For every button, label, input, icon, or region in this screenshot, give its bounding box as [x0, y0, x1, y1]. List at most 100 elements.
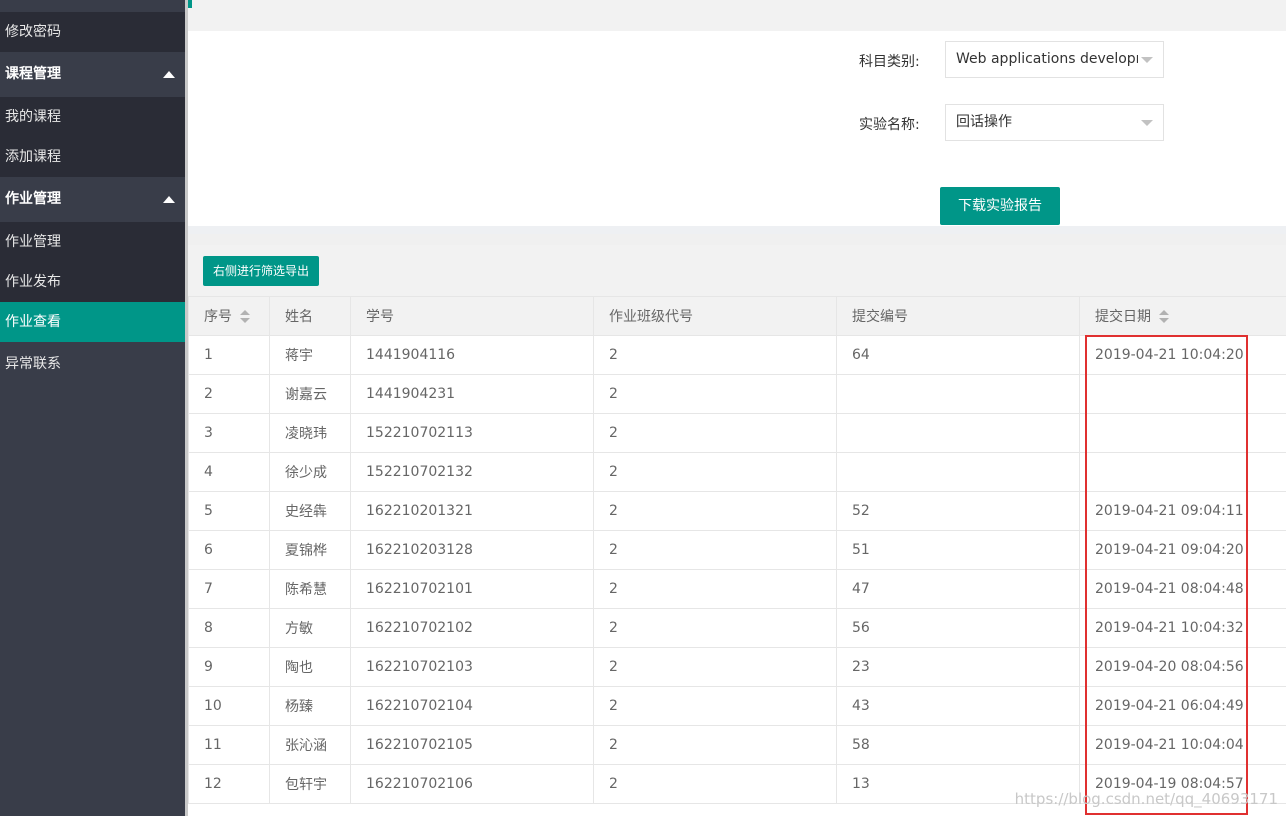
subject-select[interactable]: Web applications developme [945, 41, 1164, 78]
table-row[interactable]: 3 凌晓玮 152210702113 2 [188, 413, 1286, 453]
cell-submit-date: 2019-04-21 10:04:32 [1079, 608, 1286, 648]
cell-class-code: 2 [593, 647, 837, 687]
cell-student-id: 1441904116 [350, 335, 594, 375]
cell-name: 凌晓玮 [269, 413, 351, 453]
cell-student-id: 162210702104 [350, 686, 594, 726]
chevron-down-icon [1141, 57, 1153, 63]
column-header-index[interactable]: 序号 [188, 296, 270, 336]
sidebar-group-homework-management[interactable]: 作业管理 [0, 177, 185, 222]
cell-student-id: 152210702132 [350, 452, 594, 492]
sidebar-item-change-password[interactable]: 修改密码 [0, 12, 185, 52]
table-row[interactable]: 11 张沁涵 162210702105 2 58 2019-04-21 10:04:04 [188, 725, 1286, 765]
cell-name: 包轩宇 [269, 764, 351, 804]
cell-student-id: 162210702101 [350, 569, 594, 609]
sidebar-group-label: 课程管理 [5, 66, 61, 82]
cell-submission-no: 43 [836, 686, 1080, 726]
cell-index: 5 [188, 491, 270, 531]
table-row[interactable]: 10 杨臻 162210702104 2 43 2019-04-21 06:04:49 [188, 686, 1286, 726]
subject-label: 科目类别: [859, 54, 920, 70]
chevron-down-icon [1141, 120, 1153, 126]
cell-submit-date: 2019-04-21 10:04:04 [1079, 725, 1286, 765]
sidebar-item-homework-publish[interactable]: 作业发布 [0, 262, 185, 302]
cell-submission-no [836, 413, 1080, 453]
cell-submission-no: 56 [836, 608, 1080, 648]
table-toolbar: 右侧进行筛选导出 [188, 245, 1286, 296]
cell-submission-no [836, 452, 1080, 492]
cell-student-id: 1441904231 [350, 374, 594, 414]
cell-name: 张沁涵 [269, 725, 351, 765]
sidebar-group-course-management[interactable]: 课程管理 [0, 52, 185, 97]
filter-export-button[interactable]: 右侧进行筛选导出 [203, 256, 319, 286]
table-row[interactable]: 9 陶也 162210702103 2 23 2019-04-20 08:04:56 [188, 647, 1286, 687]
cell-class-code: 2 [593, 413, 837, 453]
sort-icon[interactable] [1159, 310, 1169, 324]
cell-index: 11 [188, 725, 270, 765]
submissions-table: 序号 姓名 学号 作业班级代号 提交编号 提交日期 1 蒋宇 1441904116 2… [188, 296, 1286, 804]
sidebar-item-label: 添加课程 [5, 149, 61, 165]
cell-index: 10 [188, 686, 270, 726]
cell-student-id: 152210702113 [350, 413, 594, 453]
sidebar-group-label: 作业管理 [5, 191, 61, 207]
cell-submit-date: 2019-04-21 08:04:48 [1079, 569, 1286, 609]
column-header-label: 序号 [204, 309, 232, 325]
cell-student-id: 162210702103 [350, 647, 594, 687]
sidebar-item-exception-contact[interactable]: 异常联系 [0, 344, 185, 384]
cell-submit-date [1079, 452, 1286, 492]
table-row[interactable]: 4 徐少成 152210702132 2 [188, 452, 1286, 492]
cell-class-code: 2 [593, 374, 837, 414]
cell-name: 史经犇 [269, 491, 351, 531]
cell-submit-date: 2019-04-21 10:04:20 [1079, 335, 1286, 375]
sidebar-item-homework-view[interactable]: 作业查看 [0, 302, 185, 342]
cell-index: 12 [188, 764, 270, 804]
cell-class-code: 2 [593, 686, 837, 726]
column-header-student-id: 学号 [350, 296, 594, 336]
cell-name: 杨臻 [269, 686, 351, 726]
cell-name: 陈希慧 [269, 569, 351, 609]
cell-submit-date: 2019-04-21 09:04:20 [1079, 530, 1286, 570]
cell-submission-no: 58 [836, 725, 1080, 765]
cell-index: 1 [188, 335, 270, 375]
sidebar-item-label: 修改密码 [5, 24, 61, 40]
table-row[interactable]: 6 夏锦桦 162210203128 2 51 2019-04-21 09:04:20 [188, 530, 1286, 570]
cell-submission-no [836, 374, 1080, 414]
cell-index: 7 [188, 569, 270, 609]
table-row[interactable]: 7 陈希慧 162210702101 2 47 2019-04-21 08:04:48 [188, 569, 1286, 609]
cell-class-code: 2 [593, 725, 837, 765]
cell-student-id: 162210203128 [350, 530, 594, 570]
table-header-row: 序号 姓名 学号 作业班级代号 提交编号 提交日期 [188, 296, 1286, 336]
column-header-label: 学号 [366, 309, 394, 325]
sidebar-item-label: 作业查看 [5, 314, 61, 330]
cell-student-id: 162210702102 [350, 608, 594, 648]
table-row[interactable]: 1 蒋宇 1441904116 2 64 2019-04-21 10:04:20 [188, 335, 1286, 375]
sidebar-item-add-course[interactable]: 添加课程 [0, 137, 185, 177]
cell-index: 4 [188, 452, 270, 492]
sidebar-item-homework-management[interactable]: 作业管理 [0, 222, 185, 262]
submissions-table-area: 右侧进行筛选导出 序号 姓名 学号 作业班级代号 提交编号 提交日期 1 蒋宇 14… [188, 245, 1286, 816]
cell-name: 徐少成 [269, 452, 351, 492]
cell-index: 2 [188, 374, 270, 414]
experiment-select[interactable]: 回话操作 [945, 104, 1164, 141]
cell-class-code: 2 [593, 335, 837, 375]
cell-submit-date [1079, 413, 1286, 453]
sidebar-item-my-courses[interactable]: 我的课程 [0, 97, 185, 137]
download-report-button[interactable]: 下载实验报告 [940, 187, 1060, 225]
column-header-label: 姓名 [285, 309, 313, 325]
cell-index: 8 [188, 608, 270, 648]
sort-icon[interactable] [240, 310, 250, 324]
page-header-strip [188, 0, 1286, 31]
cell-index: 3 [188, 413, 270, 453]
chevron-up-icon [163, 71, 175, 78]
cell-name: 谢嘉云 [269, 374, 351, 414]
column-header-submit-date[interactable]: 提交日期 [1079, 296, 1286, 336]
subject-select-value: Web applications developme [956, 51, 1138, 67]
cell-submission-no: 52 [836, 491, 1080, 531]
table-row[interactable]: 8 方敏 162210702102 2 56 2019-04-21 10:04:32 [188, 608, 1286, 648]
table-row[interactable]: 2 谢嘉云 1441904231 2 [188, 374, 1286, 414]
cell-submit-date: 2019-04-21 09:04:11 [1079, 491, 1286, 531]
cell-submission-no: 47 [836, 569, 1080, 609]
watermark: https://blog.csdn.net/qq_40693171 [1014, 790, 1278, 808]
cell-submit-date [1079, 374, 1286, 414]
cell-index: 9 [188, 647, 270, 687]
table-row[interactable]: 5 史经犇 162210201321 2 52 2019-04-21 09:04:11 [188, 491, 1286, 531]
cell-class-code: 2 [593, 764, 837, 804]
